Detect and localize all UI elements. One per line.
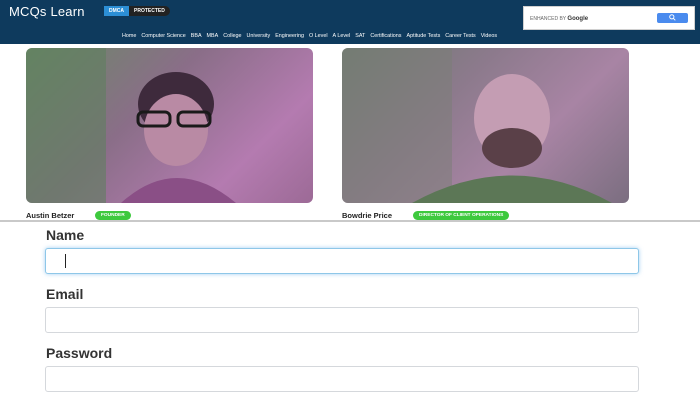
nav-item-sat[interactable]: SAT [355, 33, 365, 39]
nav-item-career-tests[interactable]: Career Tests [445, 33, 475, 39]
nav-item-college[interactable]: College [223, 33, 241, 39]
nav-item-aptitude-tests[interactable]: Aptitude Tests [407, 33, 441, 39]
site-header: MCQs Learn DMCA PROTECTED ENHANCED BY Go… [0, 0, 700, 44]
search-icon [669, 13, 676, 21]
team-member-role-badge: DIRECTOR OF CLIENT OPERATIONS [413, 211, 510, 220]
nav-item-videos[interactable]: Videos [481, 33, 497, 39]
password-label: Password [46, 345, 113, 361]
dmca-badge[interactable]: DMCA PROTECTED [104, 6, 170, 16]
email-label: Email [46, 286, 84, 302]
nav-item-mba[interactable]: MBA [207, 33, 219, 39]
text-caret [65, 254, 66, 268]
google-search-box: ENHANCED BY Google [523, 6, 695, 30]
google-brand: Google [567, 16, 589, 22]
dmca-label: DMCA [104, 6, 129, 16]
site-logo[interactable]: MCQs Learn [9, 4, 85, 19]
section-divider [0, 220, 700, 222]
nav-item-home[interactable]: Home [122, 33, 136, 39]
email-field[interactable] [45, 307, 639, 333]
name-label: Name [46, 227, 85, 243]
team-photo-bowdrie [342, 48, 629, 203]
nav-item-o-level[interactable]: O Level [309, 33, 328, 39]
search-button[interactable] [657, 13, 688, 23]
name-field[interactable] [45, 248, 639, 274]
search-input[interactable]: ENHANCED BY Google [530, 13, 650, 25]
nav-item-certifications[interactable]: Certifications [370, 33, 401, 39]
main-nav: Home Computer Science BBA MBA College Univers… [122, 33, 497, 39]
team-photo-austin [26, 48, 313, 203]
enhanced-by-label: ENHANCED BY [530, 16, 567, 22]
password-field[interactable] [45, 366, 639, 392]
nav-item-university[interactable]: University [247, 33, 271, 39]
protected-label: PROTECTED [129, 6, 170, 16]
nav-item-computer-science[interactable]: Computer Science [141, 33, 185, 39]
team-member-role-badge: FOUNDER [95, 211, 131, 220]
team-member-name: Bowdrie Price [342, 211, 393, 220]
team-member-name: Austin Betzer [26, 211, 75, 220]
nav-item-bba[interactable]: BBA [191, 33, 202, 39]
nav-item-engineering[interactable]: Engineering [275, 33, 304, 39]
nav-item-a-level[interactable]: A Level [333, 33, 351, 39]
